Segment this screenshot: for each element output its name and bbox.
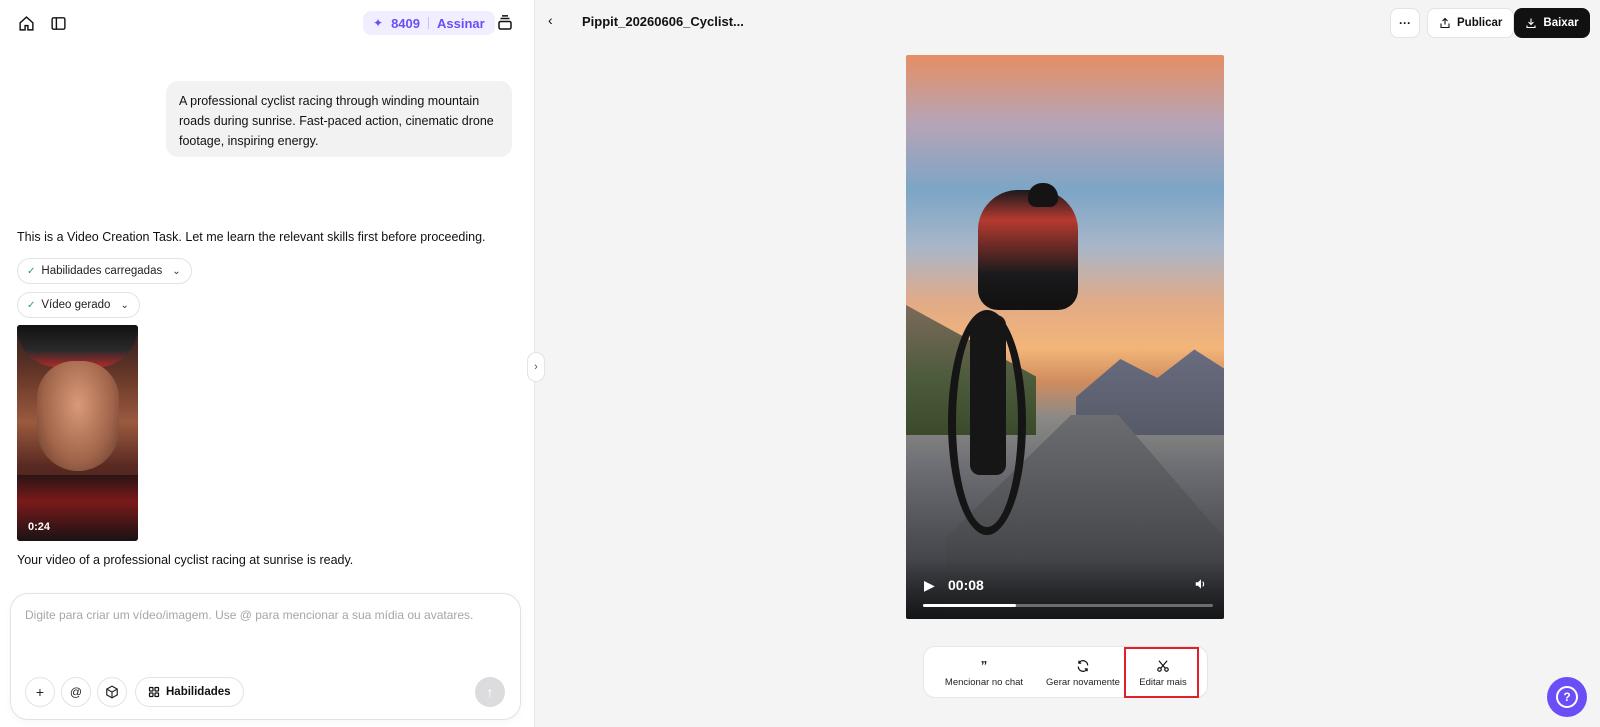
chat-input-placeholder: Digite para criar um vídeo/imagem. Use @… — [25, 608, 474, 622]
collapse-handle[interactable]: › — [527, 352, 545, 382]
skills-button[interactable]: Habilidades — [135, 677, 244, 707]
video-player[interactable]: ▶ 00:08 — [906, 55, 1224, 619]
arrow-up-icon: ↑ — [486, 684, 494, 700]
current-time: 00:08 — [948, 577, 984, 593]
action-label: Mencionar no chat — [944, 676, 1024, 688]
divider — [427, 17, 429, 29]
video-thumbnail[interactable]: 0:24 — [17, 325, 138, 541]
subscribe-link[interactable]: Assinar — [437, 16, 485, 31]
more-button[interactable]: ··· — [1390, 8, 1420, 38]
volume-icon[interactable] — [1194, 577, 1208, 594]
grid-icon — [148, 686, 160, 698]
quote-icon: ” — [980, 657, 988, 673]
scene-bike-frame — [970, 315, 1006, 475]
back-button[interactable]: ‹ — [548, 12, 553, 28]
chevron-left-icon: ‹ — [548, 12, 553, 28]
mention-in-chat-button[interactable]: ” Mencionar no chat — [939, 647, 1029, 699]
chevron-down-icon: ⌄ — [172, 265, 181, 277]
chevron-right-icon: › — [534, 361, 538, 373]
chat-input-box[interactable]: Digite para criar um vídeo/imagem. Use @… — [10, 593, 521, 720]
ellipsis-icon: ··· — [1399, 16, 1411, 30]
help-button[interactable]: ? — [1547, 677, 1587, 717]
check-icon: ✓ — [27, 299, 36, 311]
sparkle-icon: ✦ — [373, 16, 384, 30]
check-icon: ✓ — [27, 265, 36, 277]
mention-button[interactable]: @ — [61, 677, 91, 707]
page-title: Pippit_20260606_Cyclist... — [582, 14, 744, 29]
ready-message: Your video of a professional cyclist rac… — [17, 553, 354, 567]
thumb-face — [37, 361, 119, 471]
at-icon: @ — [69, 685, 83, 699]
publish-button[interactable]: Publicar — [1427, 8, 1515, 38]
sidebar-toggle-icon[interactable] — [46, 11, 70, 35]
play-icon[interactable]: ▶ — [924, 577, 935, 594]
progress-bar[interactable] — [923, 604, 1213, 607]
download-label: Baixar — [1543, 17, 1579, 29]
highlight-box — [1124, 647, 1199, 698]
progress-fill — [923, 604, 1016, 607]
send-button[interactable]: ↑ — [475, 677, 505, 707]
home-icon[interactable] — [14, 11, 38, 35]
skills-label: Habilidades — [166, 686, 231, 698]
refresh-icon — [1077, 659, 1089, 672]
editor-header: ‹ Pippit_20260606_Cyclist... ··· Publica… — [536, 0, 1600, 44]
regenerate-button[interactable]: Gerar novamente — [1041, 647, 1125, 699]
player-controls: ▶ 00:08 — [906, 559, 1224, 619]
assistant-intro: This is a Video Creation Task. Let me le… — [17, 230, 486, 244]
model-button[interactable] — [97, 677, 127, 707]
scene-rider — [978, 190, 1078, 310]
stack-icon[interactable] — [493, 11, 517, 35]
pill-label: Habilidades carregadas — [41, 265, 163, 277]
action-label: Gerar novamente — [1046, 676, 1120, 688]
skills-loaded-pill[interactable]: ✓ Habilidades carregadas ⌄ — [17, 258, 192, 284]
video-generated-pill[interactable]: ✓ Vídeo gerado ⌄ — [17, 292, 140, 318]
plus-icon: + — [35, 684, 45, 700]
cube-icon — [106, 685, 118, 699]
question-icon: ? — [1556, 686, 1578, 708]
user-message: A professional cyclist racing through wi… — [166, 81, 512, 157]
pill-label: Vídeo gerado — [41, 299, 111, 311]
credits-badge[interactable]: ✦ 8409 Assinar — [363, 11, 495, 35]
thumb-duration: 0:24 — [28, 521, 51, 533]
scene-rider-helmet — [1028, 183, 1058, 207]
chevron-down-icon: ⌄ — [120, 299, 129, 311]
chat-panel: ✦ 8409 Assinar A professional cyclist ra… — [0, 0, 535, 727]
credits-count: 8409 — [391, 15, 420, 31]
download-icon — [1526, 18, 1536, 29]
publish-label: Publicar — [1457, 17, 1503, 29]
download-button[interactable]: Baixar — [1514, 8, 1590, 38]
chat-topbar: ✦ 8409 Assinar — [0, 0, 535, 44]
add-button[interactable]: + — [25, 677, 55, 707]
share-icon — [1440, 17, 1450, 29]
